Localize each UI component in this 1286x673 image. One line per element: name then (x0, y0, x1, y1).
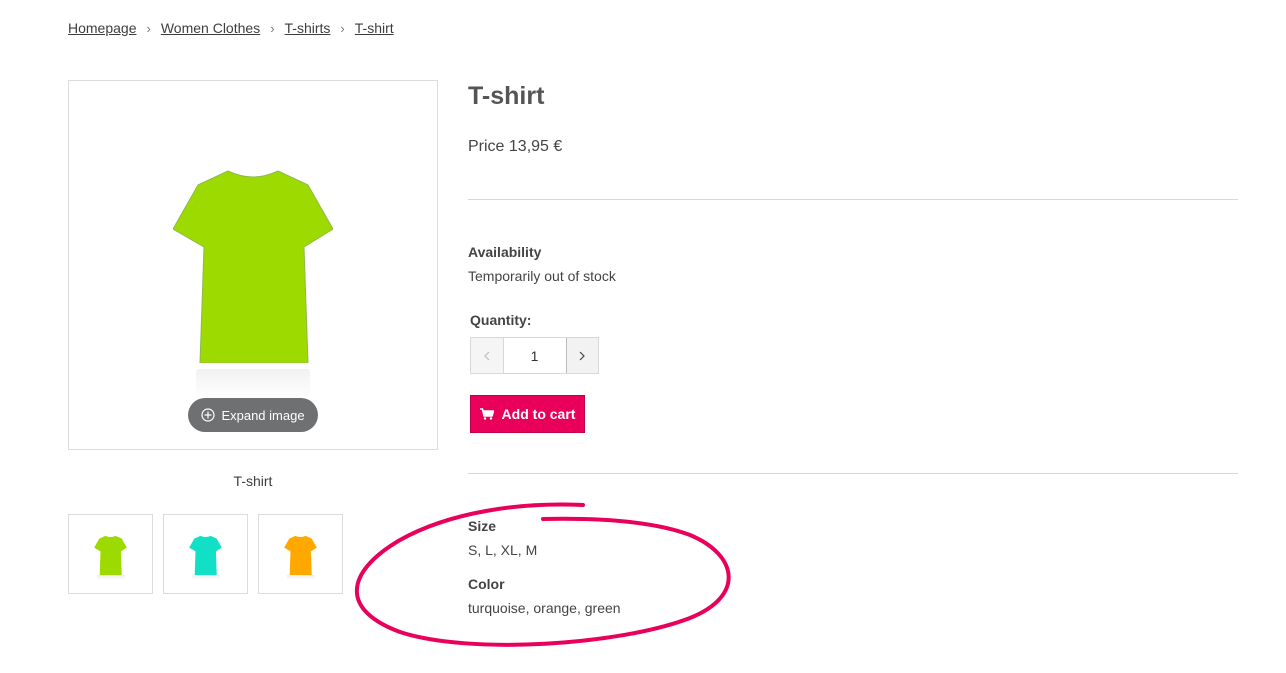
thumb-shadow (97, 575, 125, 580)
product-title: T-shirt (468, 82, 545, 110)
product-price: Price 13,95 € (468, 138, 563, 155)
chevron-right-icon (579, 351, 586, 360)
quantity-stepper (470, 337, 599, 374)
thumbnail-turquoise[interactable] (163, 514, 248, 594)
breadcrumb: Homepage › Women Clothes › T-shirts › T-… (68, 20, 394, 36)
chevron-right-icon: › (340, 20, 345, 36)
divider (468, 199, 1238, 200)
expand-image-button[interactable]: Expand image (188, 398, 318, 432)
quantity-decrease-button[interactable] (471, 338, 504, 373)
breadcrumb-tshirts[interactable]: T-shirts (285, 20, 331, 36)
breadcrumb-current-tshirt[interactable]: T-shirt (355, 20, 394, 36)
breadcrumb-women-clothes[interactable]: Women Clothes (161, 20, 260, 36)
chevron-left-icon (483, 351, 490, 360)
quantity-label: Quantity: (470, 312, 532, 328)
color-value: turquoise, orange, green (468, 600, 621, 616)
availability-value: Temporarily out of stock (468, 268, 616, 284)
breadcrumb-homepage[interactable]: Homepage (68, 20, 137, 36)
tshirt-green-thumb (94, 535, 127, 575)
thumbnail-list (68, 514, 343, 594)
add-to-cart-label: Add to cart (501, 406, 576, 422)
chevron-right-icon: › (270, 20, 275, 36)
shopping-cart-icon (479, 408, 494, 420)
chevron-right-icon: › (146, 20, 151, 36)
size-value: S, L, XL, M (468, 542, 538, 558)
quantity-increase-button[interactable] (565, 338, 598, 373)
add-to-cart-button[interactable]: Add to cart (470, 395, 585, 433)
tshirt-turquoise-thumb (189, 535, 222, 575)
product-main-image[interactable]: Expand image (68, 80, 438, 450)
tshirt-orange-thumb (284, 535, 317, 575)
quantity-input[interactable] (503, 338, 566, 373)
thumb-shadow (192, 575, 220, 580)
thumbnail-orange[interactable] (258, 514, 343, 594)
tshirt-green-image (173, 170, 333, 363)
thumbnail-green[interactable] (68, 514, 153, 594)
thumb-shadow (287, 575, 315, 580)
divider (468, 473, 1238, 474)
color-label: Color (468, 576, 505, 592)
expand-image-label: Expand image (221, 407, 305, 423)
image-caption: T-shirt (233, 473, 273, 489)
availability-label: Availability (468, 244, 542, 260)
size-label: Size (468, 518, 497, 534)
zoom-plus-icon (201, 408, 216, 422)
image-reflection (196, 369, 310, 399)
